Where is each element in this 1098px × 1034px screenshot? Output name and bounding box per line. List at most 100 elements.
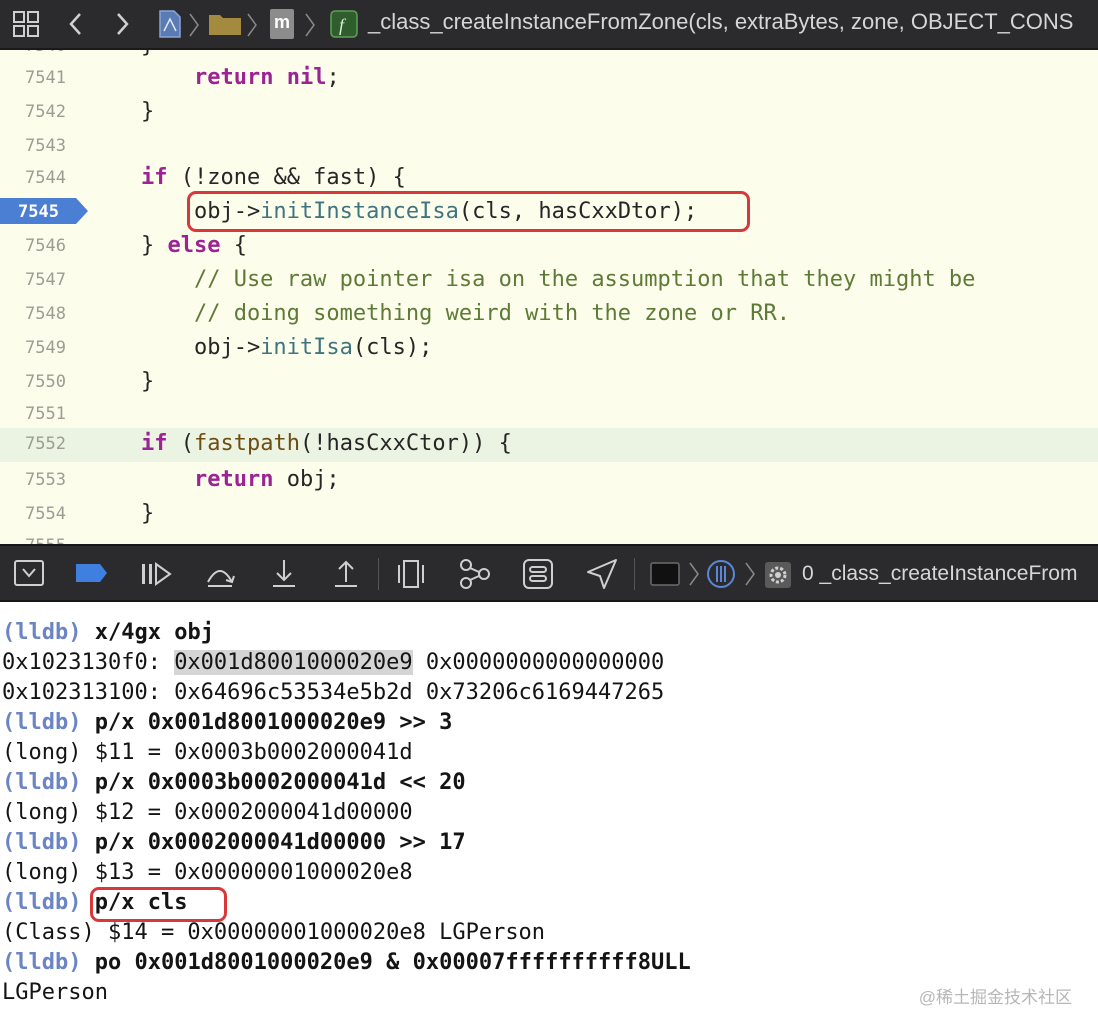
console-output-line: (long) $12 = 0x0002000041d00000 bbox=[2, 800, 413, 825]
function-icon[interactable]: f bbox=[330, 10, 358, 38]
highlight-annotation bbox=[90, 887, 227, 922]
lldb-prompt: (lldb) bbox=[2, 770, 82, 795]
forward-arrow-icon[interactable] bbox=[112, 10, 132, 38]
code-line: 7542 } bbox=[0, 96, 1098, 130]
code-text: } bbox=[88, 501, 155, 526]
console-command: p/x 0x0003b0002000041d << 20 bbox=[94, 770, 466, 795]
line-number: 7549 bbox=[25, 338, 66, 358]
line-number: 7551 bbox=[25, 404, 66, 424]
line-number: 7555 bbox=[0, 536, 66, 544]
code-line: 7555 bbox=[0, 530, 1098, 544]
code-text: if (!zone && fast) { bbox=[140, 165, 406, 190]
lldb-prompt: (lldb) bbox=[2, 830, 82, 855]
back-arrow-icon[interactable] bbox=[66, 10, 86, 38]
code-line: 7546 } else { bbox=[0, 230, 1098, 264]
memory-graph-icon[interactable] bbox=[458, 558, 492, 590]
line-number: 7550 bbox=[25, 372, 66, 392]
lldb-prompt: (lldb) bbox=[2, 710, 82, 735]
highlight-annotation bbox=[187, 191, 750, 232]
code-text: return nil; bbox=[193, 65, 340, 90]
lldb-prompt: (lldb) bbox=[2, 890, 82, 915]
debug-bar: 0 _class_createInstanceFrom bbox=[0, 544, 1098, 602]
code-line: 7554 } bbox=[0, 498, 1098, 532]
code-line: 7541 return nil; bbox=[0, 62, 1098, 96]
console-output-line: 0x102313100: 0x64696c53534e5b2d 0x73206c… bbox=[2, 680, 665, 705]
code-line: 7553 return obj; bbox=[0, 464, 1098, 498]
memory-address: 0x1023130f0: bbox=[2, 650, 175, 675]
m-file-badge: m bbox=[274, 12, 291, 32]
console-output-line: LGPerson bbox=[2, 980, 108, 1005]
chevron-right-icon bbox=[305, 13, 315, 37]
line-number: 7547 bbox=[25, 270, 66, 290]
toolbar-divider bbox=[378, 558, 379, 590]
m-file-icon[interactable]: m bbox=[270, 9, 294, 39]
thread-icon[interactable] bbox=[706, 559, 736, 589]
code-text: } bbox=[88, 369, 155, 394]
line-number: 7552 bbox=[25, 434, 66, 454]
step-out-icon[interactable] bbox=[332, 558, 360, 590]
grid-icon[interactable] bbox=[12, 10, 40, 38]
code-comment: // doing something weird with the zone o… bbox=[88, 301, 790, 326]
toolbar-divider bbox=[634, 558, 635, 590]
code-text: return obj; bbox=[193, 467, 340, 492]
breakpoints-toggle-icon[interactable] bbox=[76, 562, 108, 584]
view-debugger-icon[interactable] bbox=[396, 558, 426, 590]
step-over-icon[interactable] bbox=[204, 558, 236, 590]
line-number: 7553 bbox=[25, 470, 66, 490]
line-number: 7541 bbox=[25, 68, 66, 88]
code-text: } bbox=[88, 99, 155, 124]
line-number: 7544 bbox=[25, 168, 66, 188]
process-icon[interactable] bbox=[650, 562, 680, 586]
console-command-line: (lldb) p/x 0x001d8001000020e9 >> 3 bbox=[2, 710, 452, 740]
simulate-location-icon[interactable] bbox=[586, 558, 618, 590]
code-comment: // Use raw pointer isa on the assumption… bbox=[88, 267, 976, 292]
code-text: obj->initIsa(cls); bbox=[88, 335, 433, 360]
code-line: 7543 bbox=[0, 130, 1098, 164]
lldb-prompt: (lldb) bbox=[2, 950, 82, 975]
project-file-icon[interactable] bbox=[158, 9, 182, 39]
console-command-line: (lldb) p/x 0x0003b0002000041d << 20 bbox=[2, 770, 466, 800]
code-line: 7549 obj->initIsa(cls); bbox=[0, 332, 1098, 366]
step-into-icon[interactable] bbox=[270, 558, 298, 590]
console-command-line: (lldb) p/x 0x0002000041d00000 >> 17 bbox=[2, 830, 466, 860]
line-number: 7546 bbox=[25, 236, 66, 256]
lldb-console[interactable]: (lldb) x/4gx obj 0x1023130f0: 0x001d8001… bbox=[0, 602, 1098, 1034]
code-line: 7550 } bbox=[0, 366, 1098, 400]
console-command-line: (lldb) x/4gx obj bbox=[2, 620, 214, 650]
jump-bar: m f _class_createInstanceFromZone(cls, e… bbox=[0, 0, 1098, 50]
line-number: 7554 bbox=[25, 504, 66, 524]
lldb-prompt: (lldb) bbox=[2, 620, 82, 645]
code-line: 7548 // doing something weird with the z… bbox=[0, 298, 1098, 332]
gear-icon[interactable] bbox=[764, 561, 792, 589]
function-breadcrumb[interactable]: _class_createInstanceFromZone(cls, extra… bbox=[368, 9, 1073, 35]
console-command: p/x 0x0002000041d00000 >> 17 bbox=[94, 830, 466, 855]
source-editor[interactable]: 7540 } 7541 return nil; 7542 } 7543 7544… bbox=[0, 50, 1098, 544]
chevron-right-icon bbox=[189, 13, 199, 37]
environment-overrides-icon[interactable] bbox=[522, 558, 554, 590]
continue-icon[interactable] bbox=[140, 560, 172, 588]
console-output-line: 0x1023130f0: 0x001d8001000020e9 0x000000… bbox=[2, 650, 664, 680]
code-text: } else { bbox=[88, 233, 247, 258]
code-text: } bbox=[88, 50, 154, 58]
hide-console-icon[interactable] bbox=[14, 560, 44, 588]
chevron-right-icon bbox=[745, 562, 755, 586]
console-command: po 0x001d8001000020e9 & 0x00007fffffffff… bbox=[94, 950, 691, 975]
stack-frame-label[interactable]: 0 _class_createInstanceFrom bbox=[802, 562, 1077, 586]
line-number: 7543 bbox=[25, 136, 66, 156]
watermark: @稀土掘金技术社区 bbox=[918, 988, 1072, 1007]
console-output-line: (Class) $14 = 0x00000001000020e8 LGPerso… bbox=[2, 920, 546, 945]
console-output-line: (long) $13 = 0x00000001000020e8 bbox=[2, 860, 413, 885]
console-command: x/4gx obj bbox=[94, 620, 214, 645]
console-output-line: (long) $11 = 0x0003b0002000041d bbox=[2, 740, 413, 765]
memory-value: 0x0000000000000000 bbox=[412, 650, 665, 675]
chevron-right-icon bbox=[689, 562, 699, 586]
code-line: 7547 // Use raw pointer isa on the assum… bbox=[0, 264, 1098, 298]
code-line-highlighted: 7552 if (fastpath(!hasCxxCtor)) { bbox=[0, 428, 1098, 462]
folder-icon[interactable] bbox=[208, 12, 242, 36]
chevron-right-icon bbox=[247, 13, 257, 37]
selected-memory-value[interactable]: 0x001d8001000020e9 bbox=[174, 650, 413, 675]
line-number: 7542 bbox=[25, 102, 66, 122]
line-number: 7548 bbox=[25, 304, 66, 324]
console-command-line: (lldb) po 0x001d8001000020e9 & 0x00007ff… bbox=[2, 950, 691, 980]
line-number: 7540 bbox=[0, 50, 66, 56]
